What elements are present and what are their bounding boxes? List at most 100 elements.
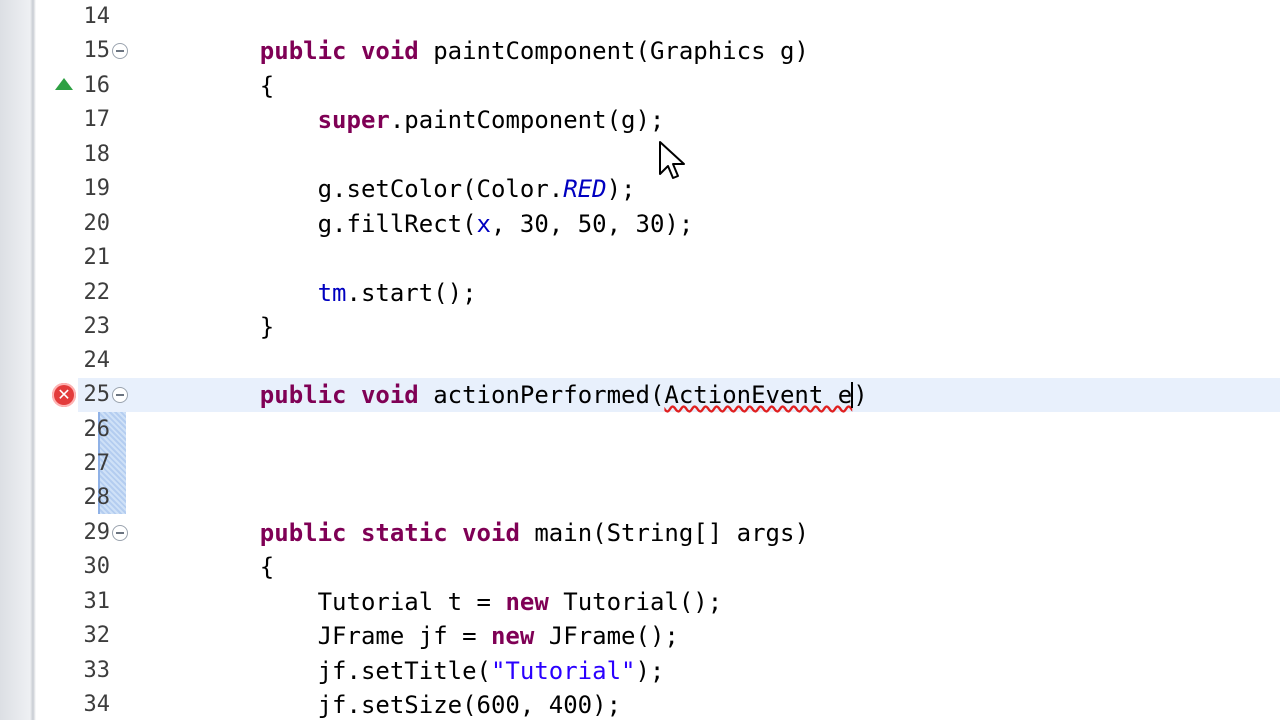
error-x-icon[interactable]: ✕ bbox=[52, 383, 76, 407]
line-number: 26 bbox=[83, 417, 111, 442]
line-number: 27 bbox=[83, 451, 111, 476]
line-number: 19 bbox=[83, 176, 111, 201]
code-line[interactable]: 17 super.paintComponent(g); bbox=[78, 103, 1280, 137]
code-text[interactable]: JFrame jf = new JFrame(); bbox=[202, 619, 679, 653]
code-line[interactable]: 20 g.fillRect(x, 30, 50, 30); bbox=[78, 207, 1280, 241]
line-number: 16 bbox=[83, 73, 111, 98]
code-token: g.fillRect( bbox=[202, 210, 477, 238]
line-number: 22 bbox=[83, 280, 111, 305]
code-line[interactable]: 25 public void actionPerformed(ActionEve… bbox=[78, 378, 1280, 412]
code-line[interactable]: 34 jf.setSize(600, 400); bbox=[78, 688, 1280, 722]
code-token: tm bbox=[317, 279, 347, 307]
code-line[interactable]: 24 bbox=[78, 344, 1280, 378]
code-text[interactable]: super.paintComponent(g); bbox=[202, 103, 665, 137]
code-token: "Tutorial" bbox=[490, 657, 636, 685]
code-line[interactable]: 26 bbox=[78, 413, 1280, 447]
code-text[interactable]: Tutorial t = new Tutorial(); bbox=[202, 585, 723, 619]
code-token: jf.setTitle( bbox=[202, 657, 491, 685]
code-token: main(String[] args) bbox=[519, 519, 809, 547]
code-token: JFrame jf = bbox=[202, 622, 491, 650]
line-number: 18 bbox=[83, 142, 111, 167]
line-number: 29 bbox=[83, 520, 111, 545]
code-token: { bbox=[202, 553, 275, 581]
mouse-pointer-icon bbox=[659, 141, 685, 179]
code-line[interactable]: 16 { bbox=[78, 69, 1280, 103]
code-text[interactable]: g.setColor(Color.RED); bbox=[202, 172, 636, 206]
code-line[interactable]: 15 public void paintComponent(Graphics g… bbox=[78, 34, 1280, 68]
code-text[interactable]: g.fillRect(x, 30, 50, 30); bbox=[202, 207, 694, 241]
code-token: public bbox=[259, 519, 347, 547]
code-text[interactable]: tm.start(); bbox=[202, 276, 477, 310]
override-triangle-icon[interactable] bbox=[55, 78, 73, 90]
line-number: 23 bbox=[83, 314, 111, 339]
code-token: jf.setSize(600, 400); bbox=[202, 691, 622, 719]
line-number: 17 bbox=[83, 107, 111, 132]
code-line[interactable]: 23 } bbox=[78, 310, 1280, 344]
code-line[interactable]: 21 bbox=[78, 241, 1280, 275]
line-number: 20 bbox=[83, 211, 111, 236]
code-line[interactable]: 28 bbox=[78, 481, 1280, 515]
fold-toggle-icon[interactable] bbox=[112, 43, 128, 59]
code-token: Tutorial t = bbox=[202, 588, 506, 616]
code-text[interactable]: public void paintComponent(Graphics g) bbox=[202, 34, 809, 68]
code-token: .start(); bbox=[346, 279, 477, 307]
code-text[interactable]: jf.setSize(600, 400); bbox=[202, 688, 621, 722]
code-token: void bbox=[462, 519, 520, 547]
code-token: .paintComponent(g); bbox=[389, 106, 665, 134]
code-line[interactable]: 14 bbox=[78, 0, 1280, 34]
code-text[interactable]: { bbox=[202, 550, 274, 584]
line-number: 30 bbox=[83, 554, 111, 579]
code-token: void bbox=[360, 381, 419, 409]
window-left-border bbox=[0, 0, 36, 720]
code-token: JFrame(); bbox=[534, 622, 679, 650]
code-token: super bbox=[317, 106, 390, 134]
code-token: x bbox=[476, 210, 491, 238]
line-number: 14 bbox=[83, 4, 111, 29]
code-token: new bbox=[490, 622, 535, 650]
code-line[interactable]: 27 bbox=[78, 447, 1280, 481]
code-line[interactable]: 33 jf.setTitle("Tutorial"); bbox=[78, 654, 1280, 688]
annotation-ruler bbox=[48, 0, 126, 720]
code-token: public bbox=[259, 381, 347, 409]
line-number: 34 bbox=[83, 692, 111, 717]
code-line[interactable]: 30 { bbox=[78, 550, 1280, 584]
fold-toggle-icon[interactable] bbox=[112, 387, 128, 403]
code-text[interactable]: { bbox=[202, 69, 274, 103]
code-token: RED bbox=[563, 175, 607, 203]
code-token: Tutorial(); bbox=[548, 588, 723, 616]
code-line[interactable]: 22 tm.start(); bbox=[78, 276, 1280, 310]
code-line[interactable]: 32 JFrame jf = new JFrame(); bbox=[78, 619, 1280, 653]
line-number: 28 bbox=[83, 485, 111, 510]
line-number: 32 bbox=[83, 623, 111, 648]
code-text[interactable]: jf.setTitle("Tutorial"); bbox=[202, 654, 665, 688]
line-number: 15 bbox=[83, 38, 111, 63]
code-token: , 30, 50, 30); bbox=[491, 210, 694, 238]
code-token: void bbox=[360, 37, 419, 65]
code-token: ) bbox=[853, 381, 868, 409]
code-token: ActionEvent e bbox=[664, 381, 853, 409]
code-token: actionPerformed( bbox=[418, 381, 665, 409]
line-number: 33 bbox=[83, 658, 111, 683]
code-text[interactable]: } bbox=[202, 310, 274, 344]
code-token: } bbox=[202, 313, 275, 341]
code-text[interactable]: public static void main(String[] args) bbox=[202, 516, 809, 550]
code-token: ); bbox=[635, 657, 665, 685]
code-text[interactable]: public void actionPerformed(ActionEvent … bbox=[202, 378, 868, 412]
code-line[interactable]: 29 public static void main(String[] args… bbox=[78, 516, 1280, 550]
line-number: 31 bbox=[83, 589, 111, 614]
code-token: paintComponent(Graphics g) bbox=[418, 37, 809, 65]
fold-toggle-icon[interactable] bbox=[112, 525, 128, 541]
code-editor[interactable]: 14 15 public void paintComponent(Graphics… bbox=[78, 0, 1280, 720]
code-token: ); bbox=[606, 175, 636, 203]
code-line[interactable]: 31 Tutorial t = new Tutorial(); bbox=[78, 585, 1280, 619]
line-number: 24 bbox=[83, 348, 111, 373]
code-token: public bbox=[259, 37, 347, 65]
